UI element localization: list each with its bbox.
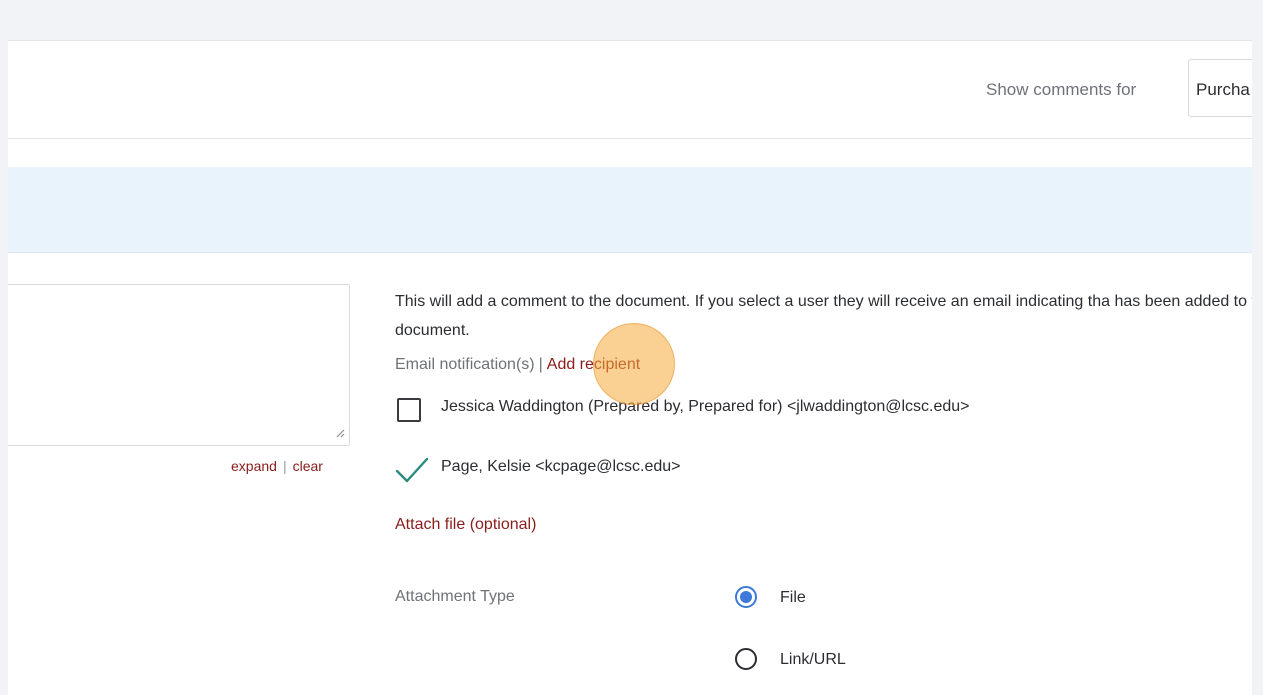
- radio-link-url[interactable]: [735, 648, 757, 670]
- radio-file-label[interactable]: File: [780, 589, 806, 607]
- top-strip: [8, 0, 1252, 41]
- add-recipient-link[interactable]: Add recipient: [547, 356, 640, 373]
- checkmark-icon[interactable]: [395, 456, 429, 484]
- textarea-actions: expand | clear: [231, 458, 323, 474]
- email-notifications-label: Email notification(s): [395, 356, 535, 373]
- recipient-label-waddington: Jessica Waddington (Prepared by, Prepare…: [441, 398, 970, 415]
- attachment-type-label: Attachment Type: [395, 588, 515, 605]
- comment-textarea[interactable]: [8, 284, 350, 446]
- info-band: [8, 167, 1252, 253]
- radio-link-url-label[interactable]: Link/URL: [780, 651, 846, 669]
- recipient-label-page: Page, Kelsie <kcpage@lcsc.edu>: [441, 458, 681, 475]
- attach-file-link[interactable]: Attach file (optional): [395, 516, 536, 534]
- radio-file[interactable]: [735, 586, 757, 608]
- notifications-separator: |: [538, 356, 543, 373]
- expand-link[interactable]: expand: [231, 458, 277, 474]
- email-notifications: Email notification(s) | Add recipient: [395, 356, 640, 374]
- resize-handle-icon[interactable]: [335, 428, 345, 438]
- show-comments-label: Show comments for: [986, 80, 1137, 99]
- recipient-checkbox-waddington[interactable]: [397, 398, 421, 422]
- clear-link[interactable]: clear: [293, 458, 323, 474]
- comment-info-text: This will add a comment to the document.…: [395, 293, 1252, 339]
- comments-filter-select[interactable]: Purcha: [1188, 59, 1252, 117]
- comments-filter-value: Purcha: [1196, 80, 1250, 99]
- link-separator: |: [282, 458, 287, 474]
- comment-panel: Show comments for Purcha expand | clear Th…: [8, 0, 1252, 695]
